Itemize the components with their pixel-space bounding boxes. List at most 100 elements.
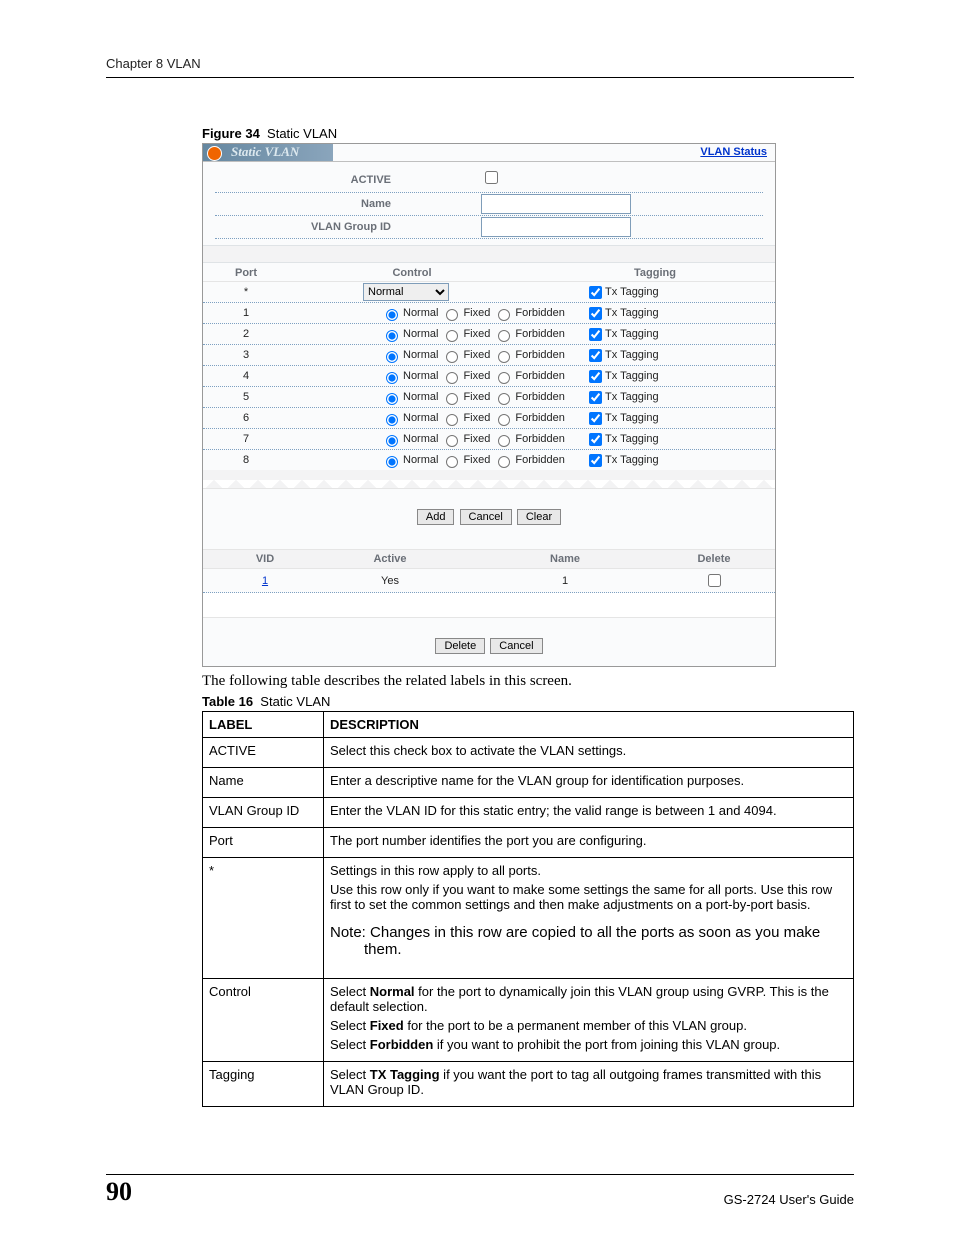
col-control: Control — [277, 267, 547, 279]
col-vid: VID — [215, 553, 315, 565]
radio-fixed[interactable] — [446, 330, 458, 342]
radio-fixed[interactable] — [446, 414, 458, 426]
active-checkbox[interactable] — [485, 171, 498, 184]
list-row: 1 Yes 1 — [203, 569, 775, 593]
tx-tagging-checkbox[interactable] — [589, 370, 602, 383]
control-select[interactable]: Normal — [363, 283, 449, 301]
tx-tagging-label: Tx Tagging — [605, 345, 659, 365]
figure-title: Static VLAN — [267, 126, 337, 141]
port-number: 2 — [215, 324, 277, 344]
radio-normal[interactable] — [386, 351, 398, 363]
radio-forbidden[interactable] — [498, 309, 510, 321]
radio-forbidden[interactable] — [498, 435, 510, 447]
guide-name: GS-2724 User's Guide — [724, 1192, 854, 1207]
tx-tagging-label: Tx Tagging — [605, 324, 659, 344]
radio-normal[interactable] — [386, 372, 398, 384]
cancel-button-2[interactable]: Cancel — [490, 638, 542, 654]
radio-fixed[interactable] — [446, 456, 458, 468]
truncation-indicator — [203, 470, 775, 489]
port-row: 1 Normal Fixed ForbiddenTx Tagging — [203, 303, 775, 324]
port-number: 4 — [215, 366, 277, 386]
radio-normal[interactable] — [386, 456, 398, 468]
radio-normal[interactable] — [386, 414, 398, 426]
radio-fixed[interactable] — [446, 309, 458, 321]
th-desc: DESCRIPTION — [324, 712, 854, 738]
clear-button[interactable]: Clear — [517, 509, 561, 525]
radio-fixed-label: Fixed — [463, 408, 490, 428]
desc-cell: The port number identifies the port you … — [324, 828, 854, 858]
panel-header: Static VLAN VLAN Status — [203, 144, 775, 162]
port-number: 5 — [215, 387, 277, 407]
label-cell: Tagging — [203, 1062, 324, 1107]
tx-tagging-checkbox[interactable] — [589, 412, 602, 425]
radio-normal-label: Normal — [403, 303, 438, 323]
figure-caption: Figure 34 Static VLAN — [202, 126, 854, 141]
radio-fixed-label: Fixed — [463, 387, 490, 407]
vid-link[interactable]: 1 — [262, 575, 268, 587]
name-label: Name — [215, 193, 409, 215]
active-cell: Yes — [315, 575, 465, 587]
th-label: LABEL — [203, 712, 324, 738]
desc-cell: Select Normal for the port to dynamicall… — [324, 979, 854, 1062]
tx-tagging-checkbox[interactable] — [589, 328, 602, 341]
radio-fixed-label: Fixed — [463, 429, 490, 449]
radio-fixed[interactable] — [446, 393, 458, 405]
radio-forbidden[interactable] — [498, 351, 510, 363]
port-number: 3 — [215, 345, 277, 365]
active-label: ACTIVE — [215, 169, 409, 191]
tx-tagging-label: Tx Tagging — [605, 450, 659, 470]
delete-checkbox[interactable] — [708, 574, 721, 587]
radio-normal-label: Normal — [403, 324, 438, 344]
radio-normal[interactable] — [386, 393, 398, 405]
radio-forbidden[interactable] — [498, 372, 510, 384]
tx-tagging-checkbox[interactable] — [589, 307, 602, 320]
chapter-header: Chapter 8 VLAN — [106, 56, 854, 78]
table-caption: Table 16 Static VLAN — [202, 694, 854, 709]
port-row: 4 Normal Fixed ForbiddenTx Tagging — [203, 366, 775, 387]
port-number: 6 — [215, 408, 277, 428]
tx-tagging-checkbox[interactable] — [589, 391, 602, 404]
radio-forbidden[interactable] — [498, 414, 510, 426]
radio-normal[interactable] — [386, 330, 398, 342]
radio-forbidden[interactable] — [498, 456, 510, 468]
label-cell: Port — [203, 828, 324, 858]
vlan-group-id-input[interactable] — [481, 217, 631, 237]
tx-tagging-checkbox[interactable] — [589, 349, 602, 362]
port-star: * — [215, 282, 277, 302]
radio-fixed[interactable] — [446, 435, 458, 447]
tx-tagging-checkbox[interactable] — [589, 286, 602, 299]
port-row: 3 Normal Fixed ForbiddenTx Tagging — [203, 345, 775, 366]
page-number: 90 — [106, 1177, 132, 1207]
tx-tagging-checkbox[interactable] — [589, 454, 602, 467]
add-button[interactable]: Add — [417, 509, 455, 525]
radio-fixed[interactable] — [446, 372, 458, 384]
label-cell: VLAN Group ID — [203, 798, 324, 828]
screenshot-panel: Static VLAN VLAN Status ACTIVE Name VLAN… — [202, 143, 776, 667]
port-number: 8 — [215, 450, 277, 470]
tx-tagging-label: Tx Tagging — [605, 408, 659, 428]
radio-normal[interactable] — [386, 309, 398, 321]
name-input[interactable] — [481, 194, 631, 214]
table-number: Table 16 — [202, 694, 253, 709]
label-cell: Name — [203, 768, 324, 798]
vlan-status-link[interactable]: VLAN Status — [700, 144, 767, 161]
port-table-header: Port Control Tagging — [203, 263, 775, 282]
radio-forbidden[interactable] — [498, 330, 510, 342]
col-delete: Delete — [665, 553, 763, 565]
cancel-button[interactable]: Cancel — [460, 509, 512, 525]
radio-normal-label: Normal — [403, 345, 438, 365]
desc-cell: Settings in this row apply to all ports.… — [324, 858, 854, 979]
col-active: Active — [315, 553, 465, 565]
port-number: 7 — [215, 429, 277, 449]
radio-forbidden[interactable] — [498, 393, 510, 405]
radio-normal[interactable] — [386, 435, 398, 447]
tx-tagging-checkbox[interactable] — [589, 433, 602, 446]
delete-button[interactable]: Delete — [435, 638, 485, 654]
port-row: 5 Normal Fixed ForbiddenTx Tagging — [203, 387, 775, 408]
tx-tagging-label: Tx Tagging — [605, 366, 659, 386]
radio-fixed[interactable] — [446, 351, 458, 363]
tx-tagging-label: Tx Tagging — [605, 387, 659, 407]
radio-normal-label: Normal — [403, 450, 438, 470]
radio-fixed-label: Fixed — [463, 303, 490, 323]
port-number: 1 — [215, 303, 277, 323]
